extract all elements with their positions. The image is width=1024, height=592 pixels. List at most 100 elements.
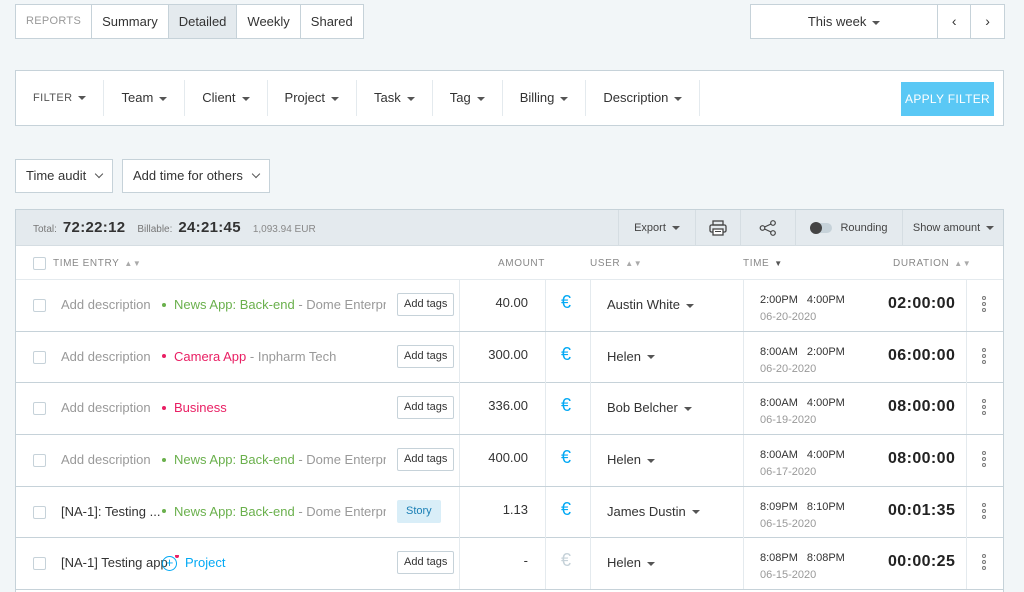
rounding-label: Rounding [840,222,888,234]
filter-task[interactable]: Task [357,80,433,116]
caret-down-icon [646,458,655,463]
filter-toggle[interactable]: FILTER [16,80,105,116]
rounding-toggle[interactable]: Rounding [795,210,902,246]
table-row: Add description News App: Back-end - Dome… [16,435,1003,487]
description-field[interactable]: Add description [61,400,151,415]
project-picker[interactable]: Camera App - Inpharm Tech [162,349,386,364]
filter-project[interactable]: Project [268,80,357,116]
more-options-icon[interactable] [982,554,988,572]
tab-summary[interactable]: Summary [92,5,169,38]
tab-weekly[interactable]: Weekly [237,5,301,38]
project-name: Project [185,555,226,571]
duration-value[interactable]: 02:00:00 [888,295,955,313]
tab-detailed[interactable]: Detailed [168,5,238,38]
row-checkbox[interactable] [33,350,46,364]
duration-value[interactable]: 00:01:35 [888,502,955,520]
description-field[interactable]: Add description [61,349,151,364]
time-entry-column-header[interactable]: TIME ENTRY ▲▼ [53,258,141,269]
more-options-icon[interactable] [982,502,988,521]
billable-euro-icon[interactable]: € [561,395,571,416]
print-icon[interactable] [695,210,740,246]
description-field[interactable]: Add description [61,452,151,467]
filter-billing[interactable]: Billing [503,80,587,116]
apply-filter-button[interactable]: APPLY FILTER [901,82,994,116]
user-select[interactable]: Austin White [607,297,694,312]
row-checkbox[interactable] [33,557,46,571]
duration-column-header[interactable]: DURATION ▲▼ [893,258,971,269]
row-checkbox[interactable] [33,299,46,312]
row-checkbox[interactable] [33,454,46,468]
project-picker[interactable]: News App: Back-end - Dome Enterpri... [162,297,386,312]
filter-tag[interactable]: Tag [433,80,503,116]
filter-description[interactable]: Description [586,80,701,116]
add-tags-button[interactable]: Add tags [397,293,455,316]
more-options-icon[interactable] [982,296,988,314]
add-tags-button[interactable]: Add tags [397,448,455,472]
user-column-header[interactable]: USER ▲▼ [590,258,642,269]
billable-euro-icon[interactable]: € [561,292,571,313]
billable-euro-icon[interactable]: € [561,447,571,468]
user-select[interactable]: Helen [607,349,655,364]
more-options-icon[interactable] [982,399,988,417]
project-name: News App: Back-end [174,452,295,468]
select-all-checkbox[interactable] [33,257,46,270]
toggle-switch[interactable] [810,222,833,235]
duration-value[interactable]: 08:00:00 [888,450,955,468]
date-range-select[interactable]: This week [751,5,939,38]
time-range[interactable]: 2:00PM 4:00PM 06-20-2020 [760,289,845,323]
description-field[interactable]: Add description [61,297,151,312]
add-time-for-others-dropdown[interactable]: Add time for others [122,159,270,193]
report-table: Total: 72:22:12 Billable: 24:21:45 1,093.94 … [15,209,1004,592]
project-picker[interactable]: News App: Back-end - Dome Enterpri... [162,504,386,519]
billable-euro-icon[interactable]: € [561,499,571,520]
time-range[interactable]: 8:00AM 4:00PM 06-17-2020 [760,444,845,478]
caret-down-icon [691,510,700,515]
chevron-left-icon[interactable]: ‹ [938,5,972,38]
duration-value[interactable]: 00:00:25 [888,553,955,571]
start-time: 8:00AM [760,345,798,358]
billable-euro-icon[interactable]: € [561,344,571,365]
user-select[interactable]: Bob Belcher [607,400,692,415]
amount-value: 1.13 [502,501,528,517]
user-select[interactable]: Helen [607,555,655,570]
end-time: 4:00PM [806,397,845,410]
start-time: 8:08PM [760,552,798,565]
divider [590,486,591,538]
tab-shared[interactable]: Shared [301,5,363,38]
description-field[interactable]: [NA-1] Testing app [61,555,168,570]
row-checkbox[interactable] [33,402,46,416]
project-picker[interactable]: + Project [162,555,386,571]
show-amount-dropdown[interactable]: Show amount [902,210,1004,246]
tag-badge[interactable]: Story [397,499,441,523]
chevron-right-icon[interactable]: › [971,5,1004,38]
duration-value[interactable]: 08:00:00 [888,398,955,416]
billable-euro-icon[interactable]: € [561,550,571,571]
time-column-header[interactable]: TIME ▼ [743,258,783,269]
add-tags-button[interactable]: Add tags [397,551,455,575]
description-field[interactable]: [NA-1]: Testing ... [61,504,160,519]
add-tags-button[interactable]: Add tags [397,344,455,368]
time-range[interactable]: 8:09PM 8:10PM 06-15-2020 [760,496,845,530]
time-range[interactable]: 8:08PM 8:08PM 06-15-2020 [760,547,845,581]
caret-down-icon [78,96,87,101]
time-audit-dropdown[interactable]: Time audit [15,159,114,193]
duration-value[interactable]: 06:00:00 [888,347,955,365]
project-picker[interactable]: Business [162,400,386,415]
project-name: News App: Back-end [174,297,295,312]
share-icon[interactable] [740,210,795,246]
more-options-icon[interactable] [982,451,988,469]
more-options-icon[interactable] [982,347,988,366]
user-select[interactable]: James Dustin [607,504,700,519]
end-time: 4:00PM [806,449,845,462]
time-range[interactable]: 8:00AM 4:00PM 06-19-2020 [760,392,845,426]
row-checkbox[interactable] [33,505,46,519]
time-range[interactable]: 8:00AM 2:00PM 06-20-2020 [760,341,845,375]
add-tags-button[interactable]: Add tags [397,396,455,420]
user-select[interactable]: Helen [607,452,655,467]
export-button[interactable]: Export [618,210,695,246]
project-picker[interactable]: News App: Back-end - Dome Enterpri... [162,452,386,467]
filter-team[interactable]: Team [104,80,186,116]
filter-client[interactable]: Client [185,80,268,116]
table-row: Add description Business Add tags 336.00 € B… [16,383,1003,436]
divider [743,486,744,538]
